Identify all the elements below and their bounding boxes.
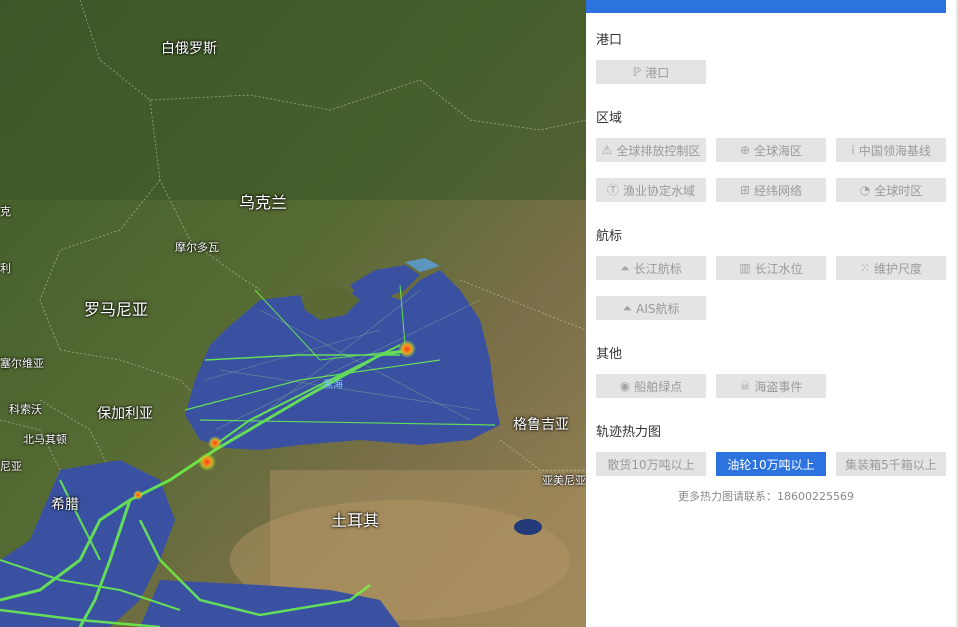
label-belarus: 白俄罗斯: [161, 41, 217, 57]
global-eca-label: 全球排放控制区: [616, 143, 701, 158]
fishery-waters-label: 渔业协定水域: [623, 183, 696, 198]
label-serbia: 塞尔维亚: [0, 357, 44, 370]
grid-icon: ⊞: [739, 183, 751, 197]
china-baseline-button[interactable]: ⁞ 中国领海基线: [836, 138, 946, 162]
label-turkey: 土耳其: [331, 511, 380, 530]
china-baseline-label: 中国领海基线: [858, 143, 931, 158]
yangtze-water-level-button[interactable]: ▥ 长江水位: [716, 256, 826, 280]
label-romania: 罗马尼亚: [84, 300, 149, 319]
parking-icon: ℙ: [632, 65, 642, 79]
fishery-waters-button[interactable]: Ⓣ 渔业协定水域: [596, 178, 706, 202]
label-georgia: 格鲁吉亚: [513, 417, 569, 433]
global-sea-area-label: 全球海区: [754, 143, 803, 158]
fishery-icon: Ⓣ: [606, 183, 619, 197]
piracy-events-label: 海盗事件: [754, 379, 803, 394]
globe-icon: ⊕: [739, 143, 751, 157]
graticule-button[interactable]: ⊞ 经纬网络: [716, 178, 826, 202]
maintenance-scale-label: 维护尺度: [874, 261, 923, 276]
water-level-icon: ▥: [739, 261, 751, 275]
ais-beacon-icon: ⏶: [622, 301, 633, 315]
ship-green-dots-button[interactable]: ◉ 船舶绿点: [596, 374, 706, 398]
port-button[interactable]: ℙ 港口: [596, 60, 706, 84]
heatmap-tanker-label: 油轮10万吨以上: [727, 457, 815, 472]
port-button-label: 港口: [645, 65, 670, 80]
section-title-port: 港口: [596, 33, 623, 48]
heatmap-container-button[interactable]: 集装箱5千箱以上: [836, 452, 946, 476]
maintenance-scale-button[interactable]: ⁙ 维护尺度: [836, 256, 946, 280]
yangtze-beacon-label: 长江航标: [633, 261, 682, 276]
ais-beacon-label: AIS航标: [636, 301, 680, 316]
scale-icon: ⁙: [859, 261, 871, 275]
label-north-macedonia: 北马其顿: [23, 433, 67, 446]
label-edge-1: 克: [0, 205, 11, 218]
label-edge-3: 尼亚: [0, 460, 22, 473]
label-edge-2: 利: [0, 262, 11, 275]
time-zone-icon: ◔: [859, 183, 871, 197]
section-title-other: 其他: [596, 347, 623, 362]
global-eca-button[interactable]: ⚠ 全球排放控制区: [596, 138, 706, 162]
yangtze-water-level-label: 长江水位: [754, 261, 803, 276]
piracy-events-button[interactable]: ☠ 海盗事件: [716, 374, 826, 398]
baseline-icon: ⁞: [851, 143, 855, 157]
label-moldova: 摩尔多瓦: [175, 241, 219, 254]
label-kosovo: 科索沃: [9, 403, 42, 416]
label-ukraine: 乌克兰: [239, 193, 288, 212]
panel-header-bar: [586, 0, 946, 13]
warning-icon: ⚠: [601, 143, 613, 157]
section-title-region: 区域: [596, 111, 623, 126]
heatmap-contact-text: 更多热力图请联系：18600225569: [678, 490, 854, 503]
global-sea-area-button[interactable]: ⊕ 全球海区: [716, 138, 826, 162]
target-icon: ◉: [619, 379, 631, 393]
heatmap-container-label: 集装箱5千箱以上: [845, 457, 937, 472]
label-black-sea: 黑海: [323, 380, 343, 391]
heatmap-bulk-label: 散货10万吨以上: [607, 457, 695, 472]
heatmap-bulk-button[interactable]: 散货10万吨以上: [596, 452, 706, 476]
section-title-heatmap: 轨迹热力图: [596, 425, 662, 440]
label-bulgaria: 保加利亚: [97, 406, 153, 422]
map-view[interactable]: 白俄罗斯 乌克兰 摩尔多瓦 罗马尼亚 塞尔维亚 保加利亚 科索沃 北马其顿 希腊…: [0, 0, 586, 627]
layer-panel: 港口 ℙ 港口 区域 ⚠ 全球排放控制区 ⊕ 全球海区 ⁞ 中国领海基线 Ⓣ 渔…: [586, 0, 958, 627]
time-zone-label: 全球时区: [874, 183, 923, 198]
time-zone-button[interactable]: ◔ 全球时区: [836, 178, 946, 202]
heatmap-tanker-button[interactable]: 油轮10万吨以上: [716, 452, 826, 476]
ais-beacon-button[interactable]: ⏶ AIS航标: [596, 296, 706, 320]
yangtze-beacon-button[interactable]: ⏶ 长江航标: [596, 256, 706, 280]
beacon-icon: ⏶: [620, 261, 630, 275]
graticule-label: 经纬网络: [754, 183, 803, 198]
pirate-icon: ☠: [739, 379, 751, 393]
section-title-beacon: 航标: [596, 229, 623, 244]
ship-green-dots-label: 船舶绿点: [634, 379, 683, 394]
label-armenia: 亚美尼亚: [542, 474, 586, 487]
label-greece: 希腊: [51, 497, 79, 513]
